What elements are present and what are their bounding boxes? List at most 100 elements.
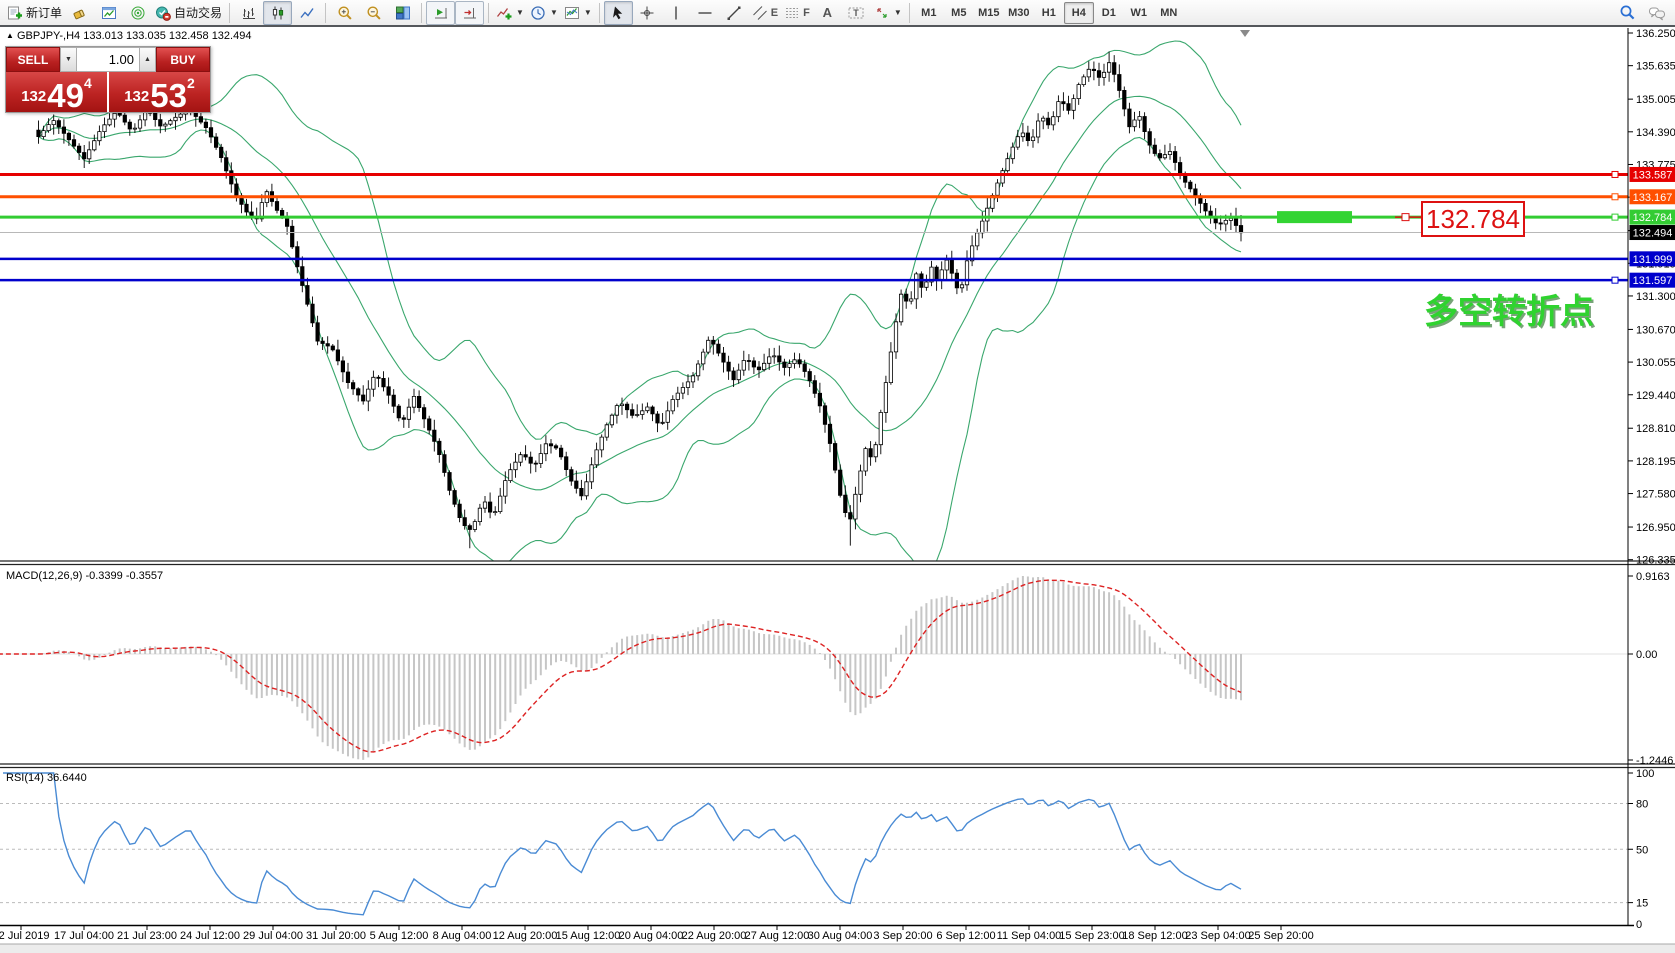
toolbar-separator xyxy=(909,3,910,23)
timeframe-button-h1[interactable]: H1 xyxy=(1034,2,1064,24)
text-button[interactable]: A xyxy=(813,1,842,25)
price-tick-label: 126.950 xyxy=(1636,522,1675,534)
chart-shift-button[interactable] xyxy=(455,1,484,25)
dropdown-caret-icon: ▼ xyxy=(584,8,592,17)
zoom-out-button[interactable] xyxy=(359,1,388,25)
text-label-button[interactable]: T xyxy=(842,1,871,25)
time-tick-label: 11 Sep 04:00 xyxy=(997,930,1062,942)
timeframe-button-m5[interactable]: M5 xyxy=(944,2,974,24)
time-tick-label: 15 Aug 12:00 xyxy=(556,930,621,942)
rsi-tick-label: 15 xyxy=(1636,898,1648,910)
callout-anchor xyxy=(1402,214,1409,221)
time-tick-label: 17 Jul 04:00 xyxy=(54,930,114,942)
market-watch-button[interactable] xyxy=(123,1,152,25)
search-button[interactable] xyxy=(1613,1,1642,25)
buy-price-sup: 2 xyxy=(187,75,195,91)
rsi-tick-label: 50 xyxy=(1636,844,1648,856)
zoom-in-button[interactable] xyxy=(330,1,359,25)
new-order-button[interactable]: 新订单 xyxy=(4,1,65,25)
timeframe-button-w1[interactable]: W1 xyxy=(1124,2,1154,24)
toolbar-right-group xyxy=(1613,1,1671,25)
toolbar-separator xyxy=(229,3,230,23)
time-tick-label: 30 Aug 04:00 xyxy=(808,930,873,942)
collapse-arrow-icon[interactable]: ▲ xyxy=(6,31,14,40)
new-chart-button[interactable] xyxy=(94,1,123,25)
chart-canvas[interactable]: 136.250135.635135.005134.390133.775133.1… xyxy=(0,0,1675,953)
clock-icon xyxy=(530,5,546,21)
buy-button[interactable]: BUY xyxy=(156,47,210,72)
annotation-text: 多空转折点 xyxy=(1424,284,1594,333)
indicators-dropdown-button[interactable]: ▼ xyxy=(493,1,527,25)
line-chart-button[interactable] xyxy=(292,1,321,25)
templates-dropdown-button[interactable]: ▼ xyxy=(561,1,595,25)
fibonacci-letter: F xyxy=(803,7,810,19)
timeframe-group: M1M5M15M30H1H4D1W1MN xyxy=(914,2,1184,24)
price-badge-label: 132.494 xyxy=(1633,228,1673,240)
styler-button[interactable] xyxy=(65,1,94,25)
time-tick-label: 12 Aug 20:00 xyxy=(493,930,558,942)
trendline-button[interactable] xyxy=(720,1,749,25)
toolbar-separator xyxy=(421,3,422,23)
new-order-icon xyxy=(7,5,23,21)
chart-shift-icon xyxy=(462,5,478,21)
autotrading-label: 自动交易 xyxy=(174,4,222,21)
time-tick-label: 31 Jul 20:00 xyxy=(306,930,366,942)
channel-letter: E xyxy=(771,7,778,19)
time-tick-label: 6 Sep 12:00 xyxy=(936,930,995,942)
crosshair-icon xyxy=(639,5,655,21)
sell-price-prefix: 132 xyxy=(21,88,46,105)
timeframe-button-d1[interactable]: D1 xyxy=(1094,2,1124,24)
time-tick-label: 23 Sep 04:00 xyxy=(1185,930,1250,942)
sell-price-display[interactable]: 132 49 4 xyxy=(6,72,107,112)
mt4-window: 新订单 自动交易 xyxy=(0,0,1675,953)
symbol-timeframe: GBPJPY-,H4 xyxy=(17,30,80,42)
bar-chart-button[interactable] xyxy=(234,1,263,25)
price-tick-label: 126.335 xyxy=(1636,555,1675,567)
line-chart-icon xyxy=(299,5,315,21)
horizontal-line-button[interactable] xyxy=(691,1,720,25)
timeframe-button-m30[interactable]: M30 xyxy=(1004,2,1034,24)
macd-indicator-label: MACD(12,26,9) -0.3399 -0.3557 xyxy=(6,570,163,582)
search-icon xyxy=(1619,4,1636,21)
tile-windows-icon xyxy=(395,5,411,21)
autotrading-button[interactable]: 自动交易 xyxy=(152,1,225,25)
fibonacci-icon xyxy=(784,5,800,21)
tile-windows-button[interactable] xyxy=(388,1,417,25)
periods-dropdown-button[interactable]: ▼ xyxy=(527,1,561,25)
spin-up-icon: ▲ xyxy=(144,56,151,63)
crosshair-button[interactable] xyxy=(633,1,662,25)
cursor-button[interactable] xyxy=(604,1,633,25)
equidistant-channel-button[interactable]: E xyxy=(749,1,781,25)
timeframe-button-m1[interactable]: M1 xyxy=(914,2,944,24)
price-tick-label: 127.580 xyxy=(1636,489,1675,501)
price-tick-label: 129.440 xyxy=(1636,390,1675,402)
chat-button[interactable] xyxy=(1642,1,1671,25)
sell-button[interactable]: SELL xyxy=(6,47,60,72)
price-tick-label: 128.810 xyxy=(1636,423,1675,435)
text-label-icon: T xyxy=(847,5,865,21)
svg-text:T: T xyxy=(854,8,860,18)
buy-price-display[interactable]: 132 53 2 xyxy=(109,72,210,112)
level-handle xyxy=(1612,171,1618,177)
timeframe-button-m15[interactable]: M15 xyxy=(974,2,1004,24)
dropdown-caret-icon: ▼ xyxy=(894,8,902,17)
fibonacci-button[interactable]: F xyxy=(781,1,813,25)
sell-price-sup: 4 xyxy=(84,75,92,91)
arrows-icon xyxy=(874,5,890,21)
volume-increase-button[interactable]: ▲ xyxy=(139,47,156,72)
volume-input[interactable] xyxy=(77,47,139,72)
timeframe-button-mn[interactable]: MN xyxy=(1154,2,1184,24)
timeframe-button-h4[interactable]: H4 xyxy=(1064,2,1094,24)
zoom-in-icon xyxy=(337,5,353,21)
vertical-line-button[interactable] xyxy=(662,1,691,25)
arrows-dropdown-button[interactable]: ▼ xyxy=(871,1,905,25)
price-callout-box: 132.784 xyxy=(1421,201,1525,237)
candlestick-button[interactable] xyxy=(263,1,292,25)
signal-icon xyxy=(130,5,146,21)
time-tick-label: 29 Jul 04:00 xyxy=(243,930,303,942)
auto-scroll-button[interactable] xyxy=(426,1,455,25)
macd-tick-label: 0.00 xyxy=(1636,649,1657,661)
price-tick-label: 128.195 xyxy=(1636,456,1675,468)
volume-decrease-button[interactable]: ▼ xyxy=(60,47,77,72)
time-tick-label: 3 Sep 20:00 xyxy=(873,930,932,942)
